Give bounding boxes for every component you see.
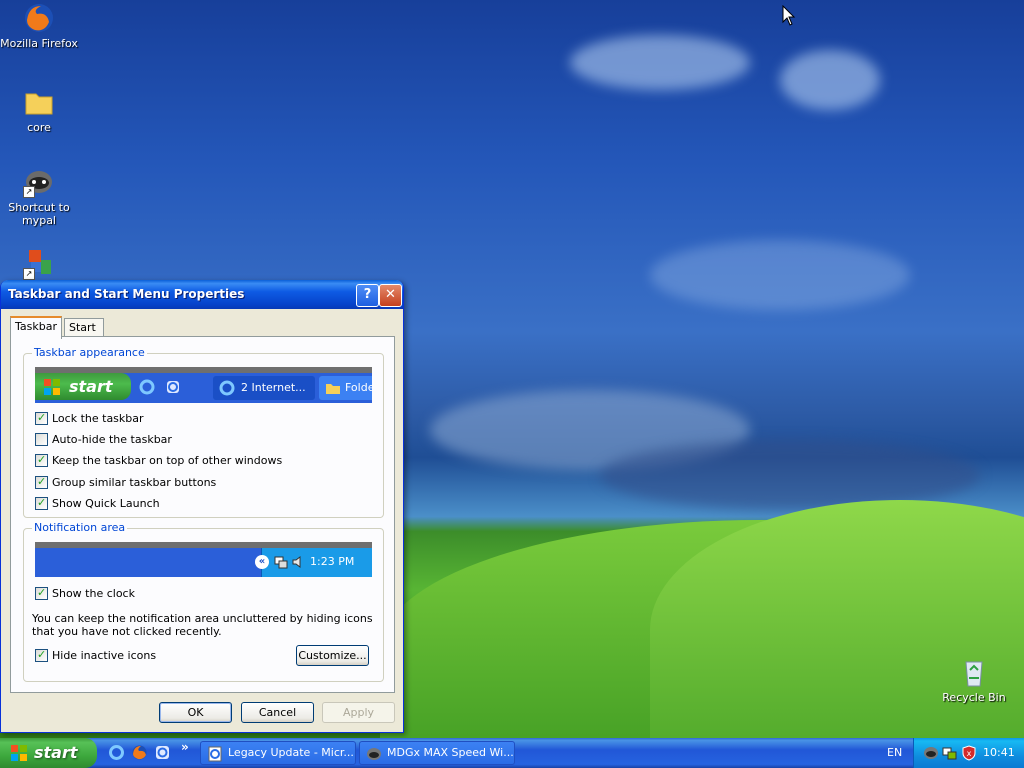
checkbox-label: Show Quick Launch bbox=[52, 497, 160, 510]
folder-icon bbox=[23, 86, 55, 118]
svg-text:x: x bbox=[967, 749, 972, 758]
network-icon bbox=[274, 556, 288, 569]
security-shield-icon[interactable]: x bbox=[961, 745, 977, 761]
checkbox-label: Lock the taskbar bbox=[52, 412, 144, 425]
apply-button[interactable]: Apply bbox=[322, 702, 395, 723]
notification-preview: « 1:23 PM bbox=[35, 542, 372, 577]
desktop-icon-label: Mozilla Firefox bbox=[0, 37, 78, 50]
ie-alt-icon[interactable] bbox=[154, 744, 171, 761]
task-legacy-update[interactable]: Legacy Update - Micr... bbox=[200, 741, 356, 765]
notification-description: You can keep the notification area unclu… bbox=[32, 612, 373, 638]
group-label: Notification area bbox=[32, 521, 128, 534]
shortcut-arrow-icon: ↗ bbox=[23, 268, 35, 280]
desktop-icon-firefox[interactable]: Mozilla Firefox bbox=[0, 2, 78, 50]
ie-page-icon bbox=[208, 746, 222, 762]
dialog-title-bar[interactable]: Taskbar and Start Menu Properties ? ✕ bbox=[1, 280, 403, 309]
cloud bbox=[600, 440, 980, 510]
raccoon-icon bbox=[367, 748, 381, 760]
cancel-button[interactable]: Cancel bbox=[241, 702, 314, 723]
task-mdgx[interactable]: MDGx MAX Speed Wi... bbox=[359, 741, 515, 765]
preview-start-label: start bbox=[69, 377, 113, 396]
desktop-icon-label: Recycle Bin bbox=[942, 691, 1006, 704]
checkbox-box[interactable] bbox=[35, 496, 48, 510]
checkbox-box[interactable] bbox=[35, 648, 48, 662]
show-hidden-chevron-icon: « bbox=[255, 555, 269, 569]
group-label: Taskbar appearance bbox=[32, 346, 147, 359]
checkbox-box[interactable] bbox=[35, 411, 48, 425]
preview-ie-icon bbox=[219, 380, 235, 396]
preview-ie-icon bbox=[139, 379, 155, 395]
firefox-icon bbox=[23, 2, 55, 34]
taskbar: start » Legacy Update - Micr... MDGx MAX… bbox=[0, 738, 1024, 768]
network-tray-icon[interactable] bbox=[942, 745, 958, 761]
mouse-cursor-icon bbox=[782, 5, 796, 26]
checkbox-box[interactable] bbox=[35, 475, 48, 489]
windows-flag-icon bbox=[44, 379, 60, 395]
tab-taskbar[interactable]: Taskbar bbox=[10, 316, 62, 339]
internet-explorer-icon[interactable] bbox=[108, 744, 125, 761]
preview-ie-alt-icon bbox=[167, 381, 179, 393]
checkbox-label: Keep the taskbar on top of other windows bbox=[52, 454, 283, 467]
preview-start-button: start bbox=[35, 373, 131, 400]
help-button[interactable]: ? bbox=[356, 284, 379, 307]
preview-task-label: 2 Internet... bbox=[241, 381, 306, 394]
preview-task-label: Folde bbox=[345, 381, 372, 394]
preview-folder-icon bbox=[326, 384, 340, 394]
close-icon: ✕ bbox=[385, 287, 396, 302]
taskbar-preview: start 2 Internet... Folde bbox=[35, 367, 372, 403]
preview-tray: « 1:23 PM bbox=[255, 548, 372, 577]
preview-task-folder: Folde bbox=[319, 376, 372, 400]
checkbox-label: Group similar taskbar buttons bbox=[52, 476, 217, 489]
desktop-icon-mypal[interactable]: ↗ Shortcut to mypal bbox=[0, 166, 78, 227]
taskbar-tab-panel: Taskbar appearance start 2 Internet... F… bbox=[10, 336, 395, 693]
desktop-icon-recycle-bin[interactable]: Recycle Bin bbox=[935, 656, 1013, 704]
ok-button[interactable]: OK bbox=[159, 702, 232, 723]
cloud bbox=[570, 35, 750, 90]
cloud bbox=[780, 50, 880, 110]
tab-start-menu[interactable]: Start Menu bbox=[64, 318, 105, 352]
desktop-icon-label: Shortcut to mypal bbox=[8, 201, 70, 227]
start-label: start bbox=[34, 743, 78, 762]
cloud bbox=[650, 240, 910, 310]
checkbox-box[interactable] bbox=[35, 586, 48, 600]
checkbox-box[interactable] bbox=[35, 453, 48, 467]
checkbox-label: Hide inactive icons bbox=[52, 649, 157, 662]
quick-launch-chevron[interactable]: » bbox=[181, 740, 189, 754]
clock[interactable]: 10:41 bbox=[983, 746, 1015, 759]
desktop-icon-app-shortcut[interactable]: ↗ bbox=[0, 248, 78, 283]
raccoon-tray-icon[interactable] bbox=[923, 745, 939, 761]
preview-clock: 1:23 PM bbox=[310, 555, 355, 568]
task-label: Legacy Update - Micr... bbox=[228, 746, 354, 759]
start-button[interactable]: start bbox=[0, 738, 97, 768]
checkbox-label: Auto-hide the taskbar bbox=[52, 433, 172, 446]
close-button[interactable]: ✕ bbox=[379, 284, 402, 307]
mypal-icon: ↗ bbox=[23, 166, 55, 198]
shortcut-arrow-icon: ↗ bbox=[23, 186, 35, 198]
desktop-icon-label: core bbox=[27, 121, 51, 134]
system-tray: x 10:41 bbox=[913, 738, 1024, 768]
volume-icon bbox=[292, 556, 301, 568]
dialog-title: Taskbar and Start Menu Properties bbox=[8, 287, 245, 301]
customize-button[interactable]: Customize... bbox=[296, 645, 369, 666]
help-icon: ? bbox=[363, 287, 372, 302]
checkbox-box[interactable] bbox=[35, 433, 48, 446]
recycle-bin-icon bbox=[958, 656, 990, 688]
notification-area-group: Notification area « 1:23 PM Show the clo… bbox=[23, 521, 384, 682]
windows-flag-icon bbox=[11, 745, 27, 761]
task-label: MDGx MAX Speed Wi... bbox=[387, 746, 514, 759]
preview-task-internet: 2 Internet... bbox=[213, 376, 315, 400]
desktop-icon-core[interactable]: core bbox=[0, 86, 78, 134]
checkbox-label: Show the clock bbox=[52, 587, 135, 600]
app-shortcut-icon: ↗ bbox=[23, 248, 55, 280]
taskbar-appearance-group: Taskbar appearance start 2 Internet... F… bbox=[23, 346, 384, 518]
firefox-icon[interactable] bbox=[131, 744, 148, 761]
language-indicator[interactable]: EN bbox=[887, 746, 902, 759]
taskbar-properties-dialog: Taskbar and Start Menu Properties ? ✕ Ta… bbox=[0, 280, 404, 733]
